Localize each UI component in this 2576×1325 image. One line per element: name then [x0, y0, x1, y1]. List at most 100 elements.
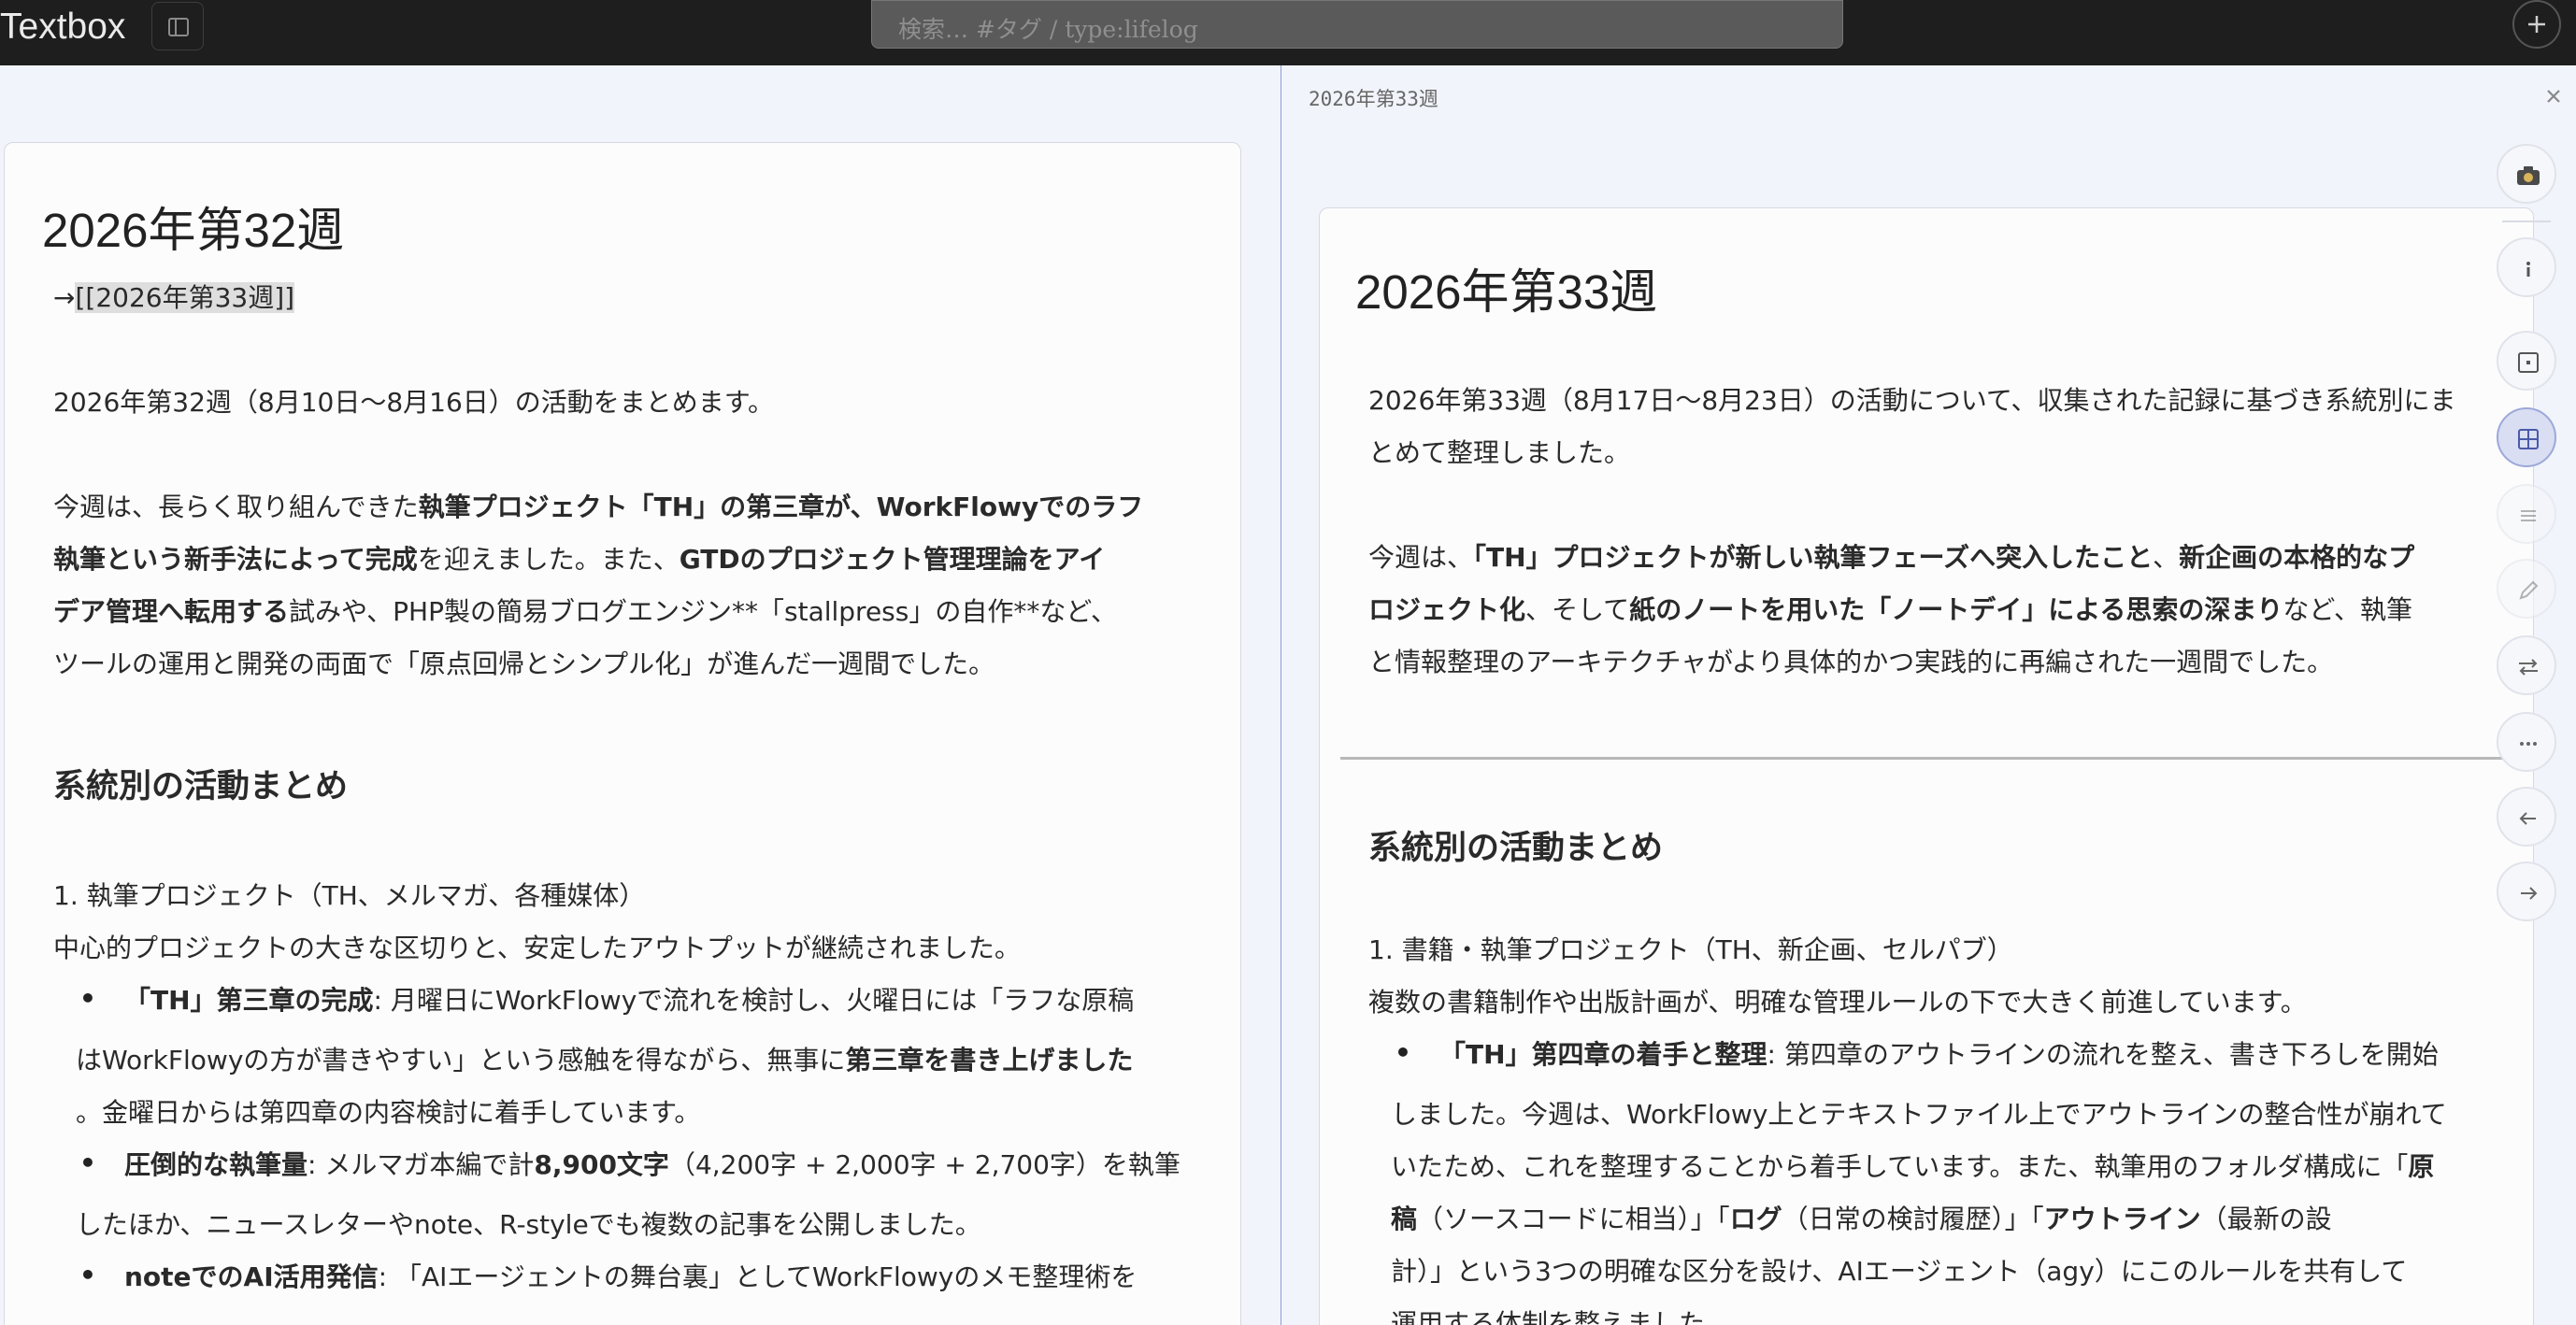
sidebar-icon [168, 18, 189, 36]
list-view-button[interactable] [2497, 484, 2556, 544]
bullet-text: : メルマガ本編で計 [308, 1149, 535, 1180]
sidebar-toggle-button[interactable] [151, 2, 204, 50]
forward-button[interactable] [2497, 862, 2556, 921]
plus-icon [2528, 16, 2545, 33]
list-item: noteでのAI活用発信: 「AIエージェントの舞台裏」としてWorkFlowy… [124, 1251, 1137, 1304]
summary-bold: デア管理へ転用する [53, 596, 290, 627]
right-pane: 2026年第33週 2026年第33週 2026年第33週（8月17日〜8月23… [1281, 65, 2576, 1325]
item-description: 中心的プロジェクトの大きな区切りと、安定したアウトプットが継続されました。 [53, 933, 1021, 963]
bullet-bold: アウトライン [2043, 1204, 2201, 1234]
item-heading: 1. 書籍・執筆プロジェクト（TH、新企画、セルパブ） [1368, 934, 2013, 965]
edit-button[interactable] [2497, 559, 2556, 619]
arrow-text: → [53, 282, 76, 313]
search-input[interactable] [871, 0, 1843, 49]
list-item-continuation: はWorkFlowyの方が書きやすい」という感触を得ながら、無事に第三章を書き上… [76, 1034, 1133, 1087]
summary-line: 今週は、「TH」プロジェクトが新しい執筆フェーズへ突入したこと、新企画の本格的な… [1368, 532, 2414, 584]
grid-view-button[interactable] [2497, 407, 2556, 467]
summary-line: 執筆という新手法によって完成を迎えました。また、GTDのプロジェクト管理理論をア… [53, 534, 1105, 586]
new-note-button[interactable] [2512, 0, 2561, 49]
camera-button[interactable] [2497, 144, 2556, 204]
item-description: 複数の書籍制作や出版計画が、明確な管理ルールの下で大きく前進しています。 [1368, 987, 2307, 1018]
grid-icon [2518, 429, 2539, 449]
summary-line: と情報整理のアーキテクチャがより具体的かつ実践的に再編された一週間でした。 [1368, 647, 2334, 677]
summary-line: 今週は、長らく取り組んできた執筆プロジェクト「TH」の第三章が、WorkFlow… [53, 481, 1143, 534]
app-title: Textbox [0, 7, 126, 47]
more-button[interactable] [2497, 712, 2556, 772]
more-icon [2520, 742, 2537, 746]
bullet-bold: 「TH」第三章の完成 [124, 985, 374, 1016]
summary-text: 試みや、PHP製の簡易ブログエンジン**「stallpress」の自作**など、 [289, 596, 1117, 627]
bullet-text: いたため、これを整理することから着手しています。また、執筆用のフォルダ構成に「 [1391, 1151, 2409, 1182]
edit-icon [2519, 580, 2539, 600]
list-item-continuation: 稿（ソースコードに相当）」「ログ（日常の検討履歴）」「アウトライン（最新の設 [1391, 1193, 2332, 1246]
page-title: 2026年第33週 [1355, 265, 1658, 319]
bullet-text: （ソースコードに相当）」「 [1417, 1204, 1730, 1234]
bullet-text: （日常の検討履歴）」「 [1782, 1204, 2044, 1234]
bullet-marker: • [79, 983, 96, 1014]
list-item-continuation: したほか、ニュースレターやnote、R-styleでも複数の記事を公開しました。 [76, 1209, 981, 1240]
intro-text: 2026年第33週（8月17日〜8月23日）の活動について、収集された記録に基づ… [1368, 385, 2456, 416]
bullet-text: （最新の設 [2200, 1204, 2332, 1234]
bullet-text: : 第四章のアウトラインの流れを整え、書き下ろしを開始 [1767, 1039, 2439, 1070]
list-item-continuation: いたため、これを整理することから着手しています。また、執筆用のフォルダ構成に「原 [1391, 1141, 2434, 1193]
info-button[interactable] [2497, 237, 2556, 297]
horizontal-rule [1340, 757, 2533, 760]
list-item: 「TH」第三章の完成: 月曜日にWorkFlowyで流れを検討し、火曜日には「ラ… [124, 975, 1134, 1027]
bullet-bold: 圧倒的な執筆量 [124, 1149, 308, 1180]
list-icon [2521, 510, 2536, 521]
bullet-bold: noteでのAI活用発信 [124, 1261, 379, 1292]
info-icon [2526, 262, 2530, 277]
page-title: 2026年第32週 [42, 204, 345, 257]
back-icon [2519, 812, 2536, 825]
bullet-marker: • [1395, 1037, 1411, 1068]
summary-text: を迎えました。また、 [417, 544, 680, 575]
list-item: 「TH」第四章の着手と整理: 第四章のアウトラインの流れを整え、書き下ろしを開始 [1439, 1029, 2439, 1081]
bullet-marker: • [79, 1147, 96, 1178]
bullet-bold: 第三章を書き上げました [845, 1045, 1134, 1076]
focus-button[interactable] [2497, 331, 2556, 391]
summary-text: 今週は、長らく取り組んできた [53, 492, 419, 522]
summary-line: ロジェクト化、そして紙のノートを用いた「ノートデイ」による思索の深まりなど、執筆 [1368, 584, 2412, 636]
left-document-card: 2026年第32週 →[[2026年第33週]] 2026年第32週（8月10日… [4, 142, 1241, 1325]
summary-line: デア管理へ転用する試みや、PHP製の簡易ブログエンジン**「stallpress… [53, 586, 1117, 638]
left-pane: 2026年第32週 →[[2026年第33週]] 2026年第32週（8月10日… [0, 65, 1281, 1325]
item-heading: 1. 執筆プロジェクト（TH、メルマガ、各種媒体） [53, 880, 646, 911]
next-week-link-line: →[[2026年第33週]] [53, 272, 295, 324]
summary-text: 、そして [1525, 594, 1630, 625]
bullet-text: : 「AIエージェントの舞台裏」としてWorkFlowyのメモ整理術を [378, 1261, 1138, 1292]
summary-bold: 「TH」プロジェクトが新しい執筆フェーズへ突入したこと [1473, 542, 2154, 573]
section-heading: 系統別の活動まとめ [53, 768, 349, 805]
summary-bold: 執筆プロジェクト「TH」の第三章が、WorkFlowyでのラフ [418, 492, 1144, 522]
bullet-bold: 稿 [1391, 1204, 1418, 1234]
right-document-card: 2026年第33週 2026年第33週（8月17日〜8月23日）の活動について、… [1319, 207, 2534, 1325]
next-week-link[interactable]: [[2026年第33週]] [75, 282, 295, 313]
summary-bold: GTDのプロジェクト管理理論をアイ [679, 544, 1106, 575]
summary-text: 今週は、 [1368, 542, 1474, 573]
list-item-continuation: しました。今週は、WorkFlowy上とテキストファイル上でアウトラインの整合性… [1391, 1099, 2447, 1130]
list-item-continuation: 運用する体制を整えました。 [1391, 1308, 1732, 1325]
swap-button[interactable] [2497, 635, 2556, 695]
summary-bold: 新企画の本格的なプ [2179, 542, 2415, 573]
summary-text: など、執筆 [2283, 594, 2412, 625]
bullet-text: はWorkFlowyの方が書きやすい」という感触を得ながら、無事に [76, 1045, 846, 1076]
back-button[interactable] [2497, 787, 2556, 847]
summary-bold: ロジェクト化 [1368, 594, 1526, 625]
intro-text: とめて整理しました。 [1368, 437, 1631, 468]
summary-text: 、 [2153, 542, 2180, 573]
swap-icon [2519, 659, 2538, 676]
close-icon[interactable] [2541, 84, 2566, 108]
list-item: 圧倒的な執筆量: メルマガ本編で計8,900文字（4,200字 + 2,000字… [124, 1139, 1181, 1191]
bullet-bold: ログ [1729, 1204, 1782, 1234]
section-heading: 系統別の活動まとめ [1368, 830, 1664, 867]
bullet-text: （4,200字 + 2,000字 + 2,700字）を執筆 [668, 1149, 1181, 1180]
list-item-continuation: 。金曜日からは第四章の内容検討に着手しています。 [76, 1097, 701, 1128]
forward-icon [2521, 887, 2538, 900]
bullet-marker: • [79, 1260, 96, 1290]
toolbar-separator [2502, 221, 2551, 222]
bullet-bold: 8,900文字 [534, 1149, 669, 1180]
bullet-text: : 月曜日にWorkFlowyで流れを検討し、火曜日には「ラフな原稿 [373, 985, 1135, 1016]
summary-bold: 執筆という新手法によって完成 [53, 544, 418, 575]
top-bar: Textbox [0, 0, 2576, 65]
pane-header-title: 2026年第33週 [1309, 88, 1438, 110]
list-item-continuation: 計）」という3つの明確な区分を設け、AIエージェント（agy）にこのルールを共有… [1391, 1256, 2408, 1287]
